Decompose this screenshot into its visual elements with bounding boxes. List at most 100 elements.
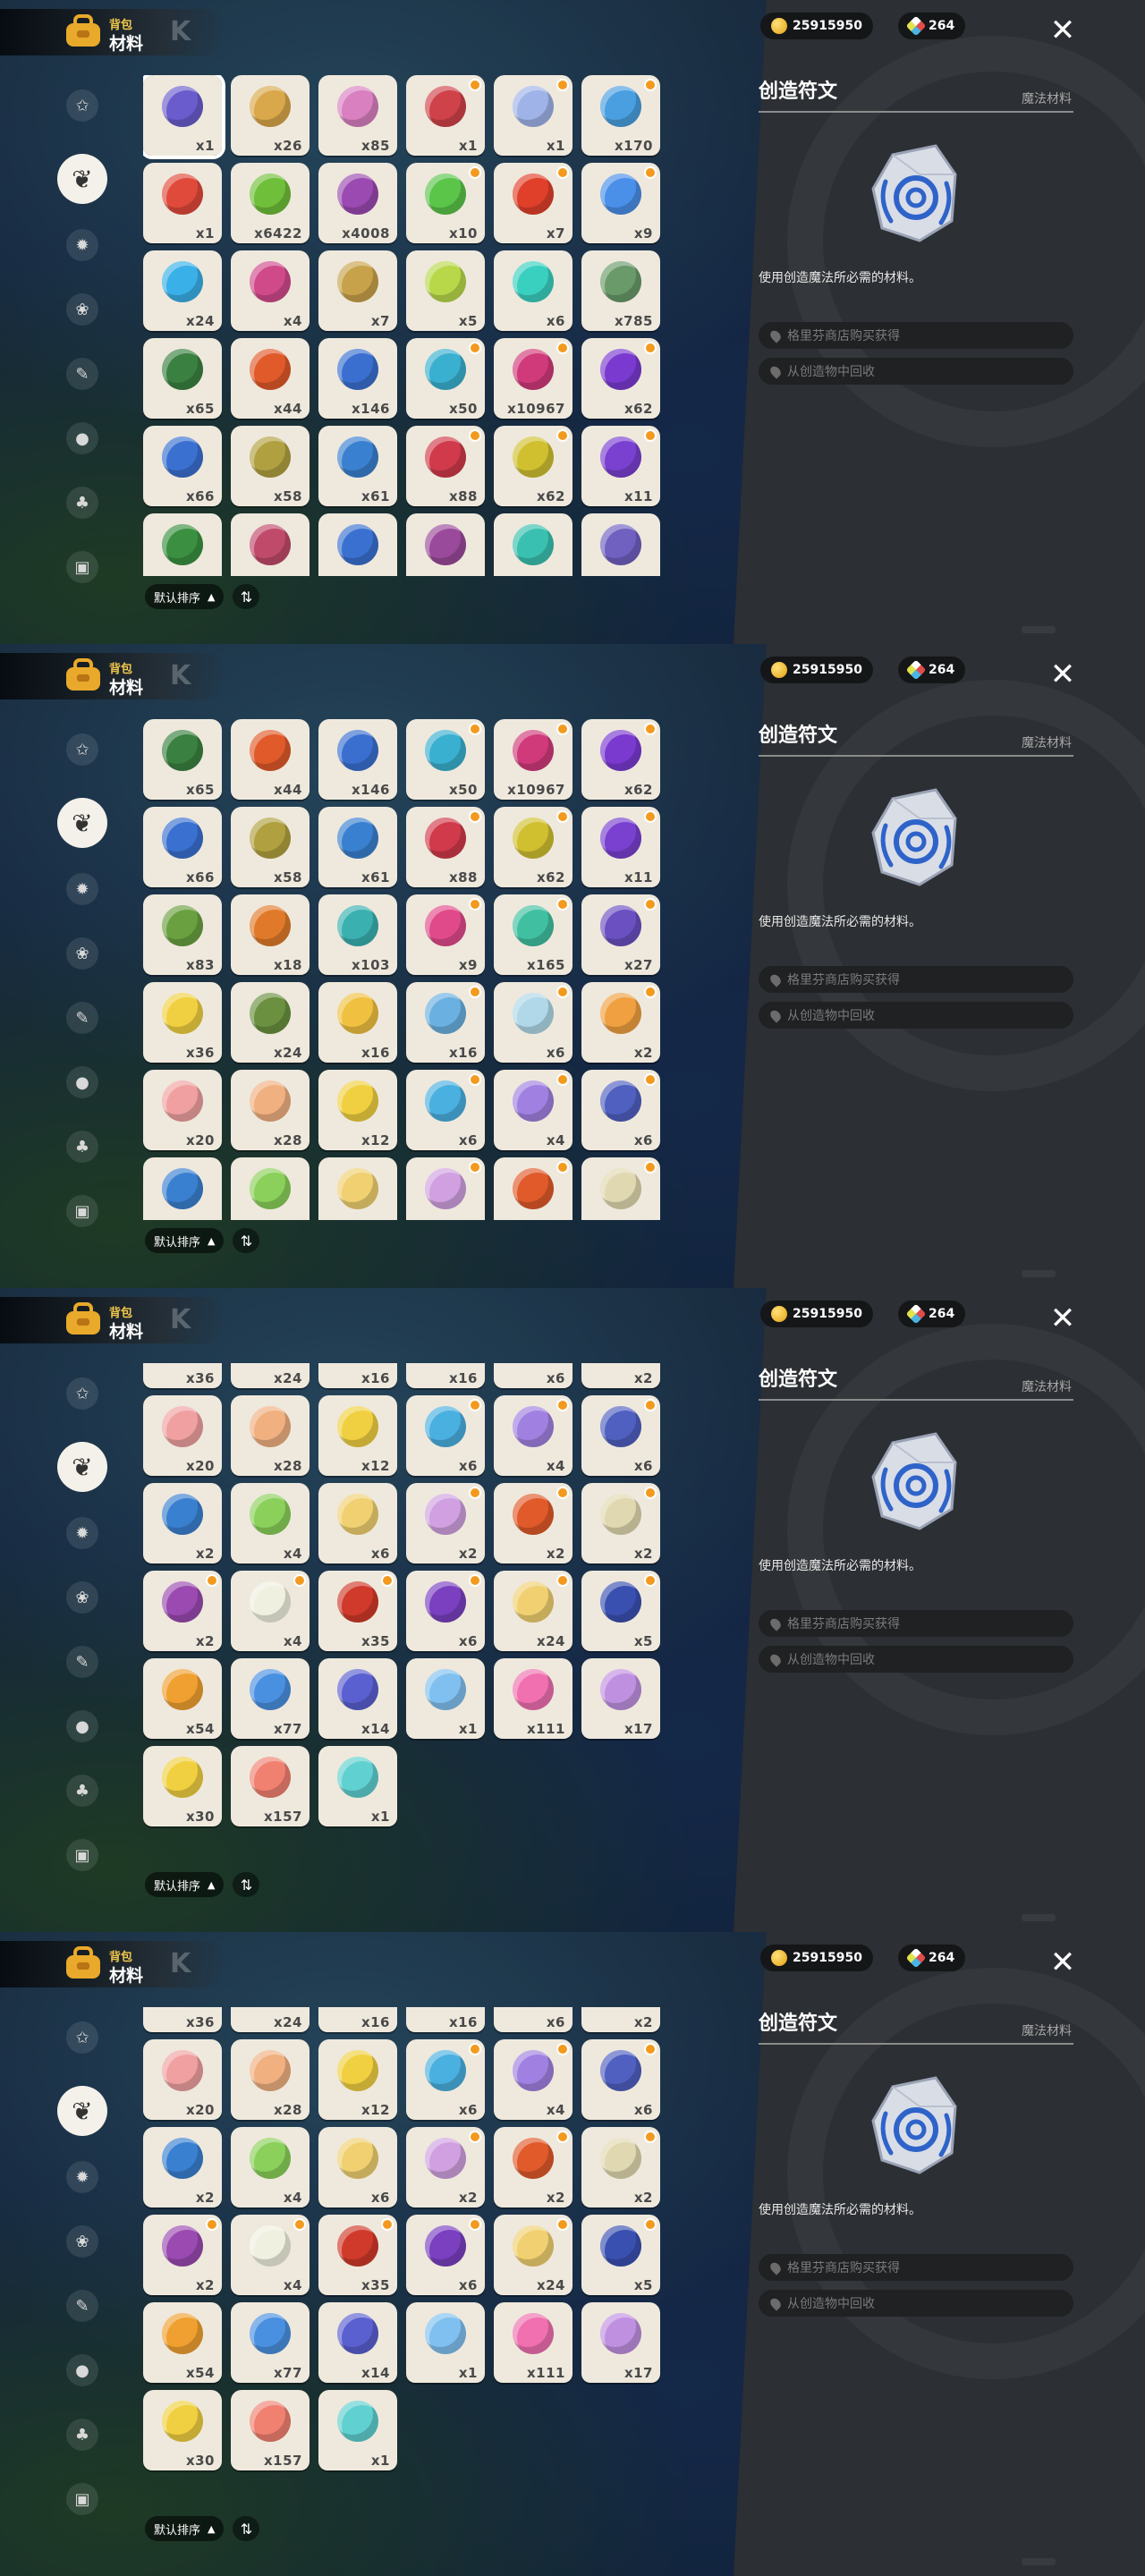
acorn-icon[interactable]: ♣ (66, 2419, 98, 2451)
source-recycle[interactable]: 从创造物中回收 (759, 1002, 1073, 1029)
leaf-icon[interactable]: ❦ (57, 1442, 107, 1492)
item-slot[interactable]: x61 (318, 426, 397, 506)
item-slot[interactable]: x10967 (494, 338, 572, 419)
item-slot[interactable]: x66 (143, 426, 222, 506)
item-slot[interactable]: x146 (318, 338, 397, 419)
item-slot[interactable]: x2 (581, 2007, 660, 2032)
sort-order-toggle-icon[interactable]: ⇅ (233, 1872, 260, 1897)
item-slot[interactable]: x157 (231, 1746, 310, 1826)
item-slot[interactable]: x7 (318, 250, 397, 331)
item-slot[interactable]: x165 (494, 894, 572, 975)
item-slot[interactable]: x83 (143, 894, 222, 975)
item-slot[interactable]: x6 (406, 1395, 485, 1476)
sort-button[interactable]: 默认排序 ▲ (145, 1872, 225, 1897)
item-slot[interactable]: x24 (494, 2215, 572, 2295)
sprout-icon[interactable]: ❀ (66, 293, 98, 326)
item-slot[interactable]: x58 (231, 807, 310, 887)
item-slot[interactable]: x27 (581, 894, 660, 975)
item-slot[interactable]: x2 (406, 2127, 485, 2207)
item-slot[interactable]: x1 (143, 163, 222, 243)
item-slot[interactable]: x5 (581, 2215, 660, 2295)
item-slot[interactable]: x2 (406, 1483, 485, 1563)
item-slot[interactable]: x4 (494, 1070, 572, 1150)
item-slot[interactable]: x24 (231, 2007, 310, 2032)
item-slot[interactable]: x36 (143, 1363, 222, 1388)
item-slot[interactable]: x6 (318, 2127, 397, 2207)
sort-button[interactable]: 默认排序 ▲ (145, 584, 225, 609)
item-slot[interactable]: x103 (318, 894, 397, 975)
item-slot[interactable] (318, 513, 397, 576)
source-recycle[interactable]: 从创造物中回收 (759, 358, 1073, 385)
item-slot[interactable]: x14 (318, 2302, 397, 2383)
item-slot[interactable]: x16 (318, 982, 397, 1063)
sort-order-toggle-icon[interactable]: ⇅ (233, 584, 260, 609)
item-slot[interactable]: x61 (318, 807, 397, 887)
source-shop[interactable]: 格里芬商店购买获得 (759, 966, 1073, 993)
item-slot[interactable]: x5 (581, 1571, 660, 1651)
item-slot[interactable]: x17 (581, 1658, 660, 1739)
sort-order-toggle-icon[interactable]: ⇅ (233, 1228, 260, 1253)
gear-icon[interactable]: ✹ (66, 2161, 98, 2193)
item-slot[interactable]: x1 (143, 75, 225, 159)
item-slot[interactable]: x5 (406, 250, 485, 331)
tab-switch-icon[interactable]: K (170, 1304, 206, 1336)
item-slot[interactable]: x18 (231, 894, 310, 975)
item-slot[interactable]: x62 (581, 338, 660, 419)
sort-button[interactable]: 默认排序 ▲ (145, 1228, 225, 1253)
sort-button[interactable]: 默认排序 ▲ (145, 2516, 225, 2541)
item-slot[interactable]: x9 (581, 163, 660, 243)
sprout-icon[interactable]: ❀ (66, 2225, 98, 2258)
leaf-icon[interactable]: ❦ (57, 2086, 107, 2136)
source-shop[interactable]: 格里芬商店购买获得 (759, 322, 1073, 349)
item-slot[interactable]: x65 (143, 338, 222, 419)
item-slot[interactable]: x2 (494, 1157, 572, 1220)
chest-icon[interactable]: ▣ (66, 1195, 98, 1227)
item-slot[interactable]: x6 (406, 2215, 485, 2295)
item-slot[interactable]: x111 (494, 2302, 572, 2383)
item-slot[interactable]: x85 (318, 75, 397, 156)
item-slot[interactable]: x88 (406, 426, 485, 506)
item-slot[interactable]: x2 (581, 2127, 660, 2207)
leaf-icon[interactable]: ❦ (57, 798, 107, 848)
item-slot[interactable]: x1 (406, 1658, 485, 1739)
item-slot[interactable]: x62 (494, 807, 572, 887)
item-slot[interactable]: x54 (143, 1658, 222, 1739)
item-grid-viewport[interactable]: x36 x24 x16 x16 x6 x2 x20 x28 x12 x6 x4 x6 x2 x4 x6 x2 x… (143, 1363, 680, 1864)
item-slot[interactable]: x2 (143, 1571, 222, 1651)
acorn-icon[interactable]: ♣ (66, 487, 98, 519)
item-slot[interactable]: x35 (318, 1571, 397, 1651)
item-slot[interactable]: x2 (581, 1157, 660, 1220)
sort-order-toggle-icon[interactable]: ⇅ (233, 2516, 260, 2541)
item-slot[interactable]: x146 (318, 719, 397, 800)
close-icon[interactable]: ✕ (1047, 14, 1079, 47)
item-slot[interactable]: x16 (318, 2007, 397, 2032)
item-slot[interactable]: x30 (143, 1746, 222, 1826)
item-slot[interactable]: x17 (581, 2302, 660, 2383)
item-slot[interactable]: x2 (494, 1483, 572, 1563)
item-slot[interactable]: x28 (231, 1070, 310, 1150)
chest-icon[interactable]: ▣ (66, 1839, 98, 1871)
item-slot[interactable]: x2 (143, 1157, 222, 1220)
star-icon[interactable]: ✩ (66, 1377, 98, 1410)
item-slot[interactable]: x2 (581, 982, 660, 1063)
scroll-icon[interactable]: ✎ (66, 2290, 98, 2322)
close-icon[interactable]: ✕ (1047, 1302, 1079, 1335)
item-slot[interactable]: x6 (406, 1571, 485, 1651)
acorn-icon[interactable]: ♣ (66, 1775, 98, 1807)
source-recycle[interactable]: 从创造物中回收 (759, 2290, 1073, 2317)
item-slot[interactable]: x6 (494, 250, 572, 331)
item-slot[interactable]: x88 (406, 807, 485, 887)
item-slot[interactable]: x6 (318, 1157, 397, 1220)
source-shop[interactable]: 格里芬商店购买获得 (759, 2254, 1073, 2281)
item-slot[interactable]: x16 (406, 1363, 485, 1388)
item-slot[interactable]: x111 (494, 1658, 572, 1739)
item-slot[interactable]: x1 (318, 1746, 397, 1826)
item-slot[interactable]: x12 (318, 1070, 397, 1150)
item-slot[interactable]: x28 (231, 2039, 310, 2120)
item-slot[interactable]: x35 (318, 2215, 397, 2295)
item-slot[interactable]: x6 (494, 1363, 572, 1388)
item-slot[interactable]: x24 (494, 1571, 572, 1651)
item-slot[interactable]: x1 (406, 75, 485, 156)
item-slot[interactable]: x6 (494, 982, 572, 1063)
item-slot[interactable]: x36 (143, 982, 222, 1063)
